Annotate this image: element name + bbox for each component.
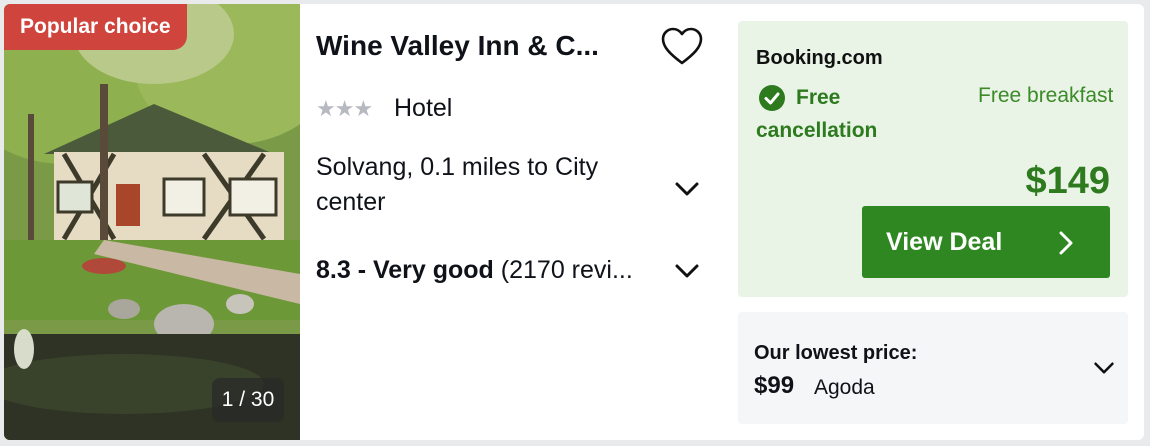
lowest-price-box[interactable]: Our lowest price: $99 Agoda xyxy=(738,312,1128,424)
star-rating: ★★★ xyxy=(316,96,373,122)
lowest-price-provider: Agoda xyxy=(814,376,875,399)
hotel-photo[interactable]: Popular choice 1 / 30 xyxy=(4,4,300,440)
photo-counter: 1 / 30 xyxy=(212,378,284,422)
hotel-photo-image xyxy=(4,4,300,440)
deal-price: $149 xyxy=(1025,160,1110,202)
rating-score: 8.3 - Very good xyxy=(316,256,494,284)
deal-provider: Booking.com xyxy=(756,47,883,69)
popular-choice-badge: Popular choice xyxy=(4,4,187,50)
rating-reviews: (2170 revi... xyxy=(500,256,633,284)
star-icon: ★ xyxy=(353,96,373,121)
chevron-down-icon[interactable] xyxy=(1093,360,1115,376)
hotel-location: Solvang, 0.1 miles to City center xyxy=(316,153,599,216)
heart-icon[interactable] xyxy=(660,26,704,66)
lowest-price-label: Our lowest price: xyxy=(754,342,918,364)
free-breakfast: Free breakfast xyxy=(978,84,1114,107)
chevron-right-icon xyxy=(1059,231,1073,255)
hotel-type: Hotel xyxy=(394,94,453,122)
chevron-down-icon[interactable] xyxy=(674,262,700,280)
deal-box: Booking.com Free cancellation Free break… xyxy=(738,21,1128,297)
hotel-name[interactable]: Wine Valley Inn & C... xyxy=(316,30,646,62)
view-deal-button[interactable]: View Deal xyxy=(862,206,1110,278)
hotel-rating: 8.3 - Very good (2170 revi... xyxy=(316,256,656,285)
star-icon: ★ xyxy=(334,96,355,121)
view-deal-label: View Deal xyxy=(886,228,1003,256)
lowest-price-value: $99 xyxy=(754,372,795,399)
hotel-card: Popular choice 1 / 30 Wine Valley Inn & … xyxy=(4,4,1144,440)
free-cancellation: Free cancellation xyxy=(756,86,878,142)
chevron-down-icon[interactable] xyxy=(674,180,700,198)
star-icon: ★ xyxy=(316,96,336,121)
